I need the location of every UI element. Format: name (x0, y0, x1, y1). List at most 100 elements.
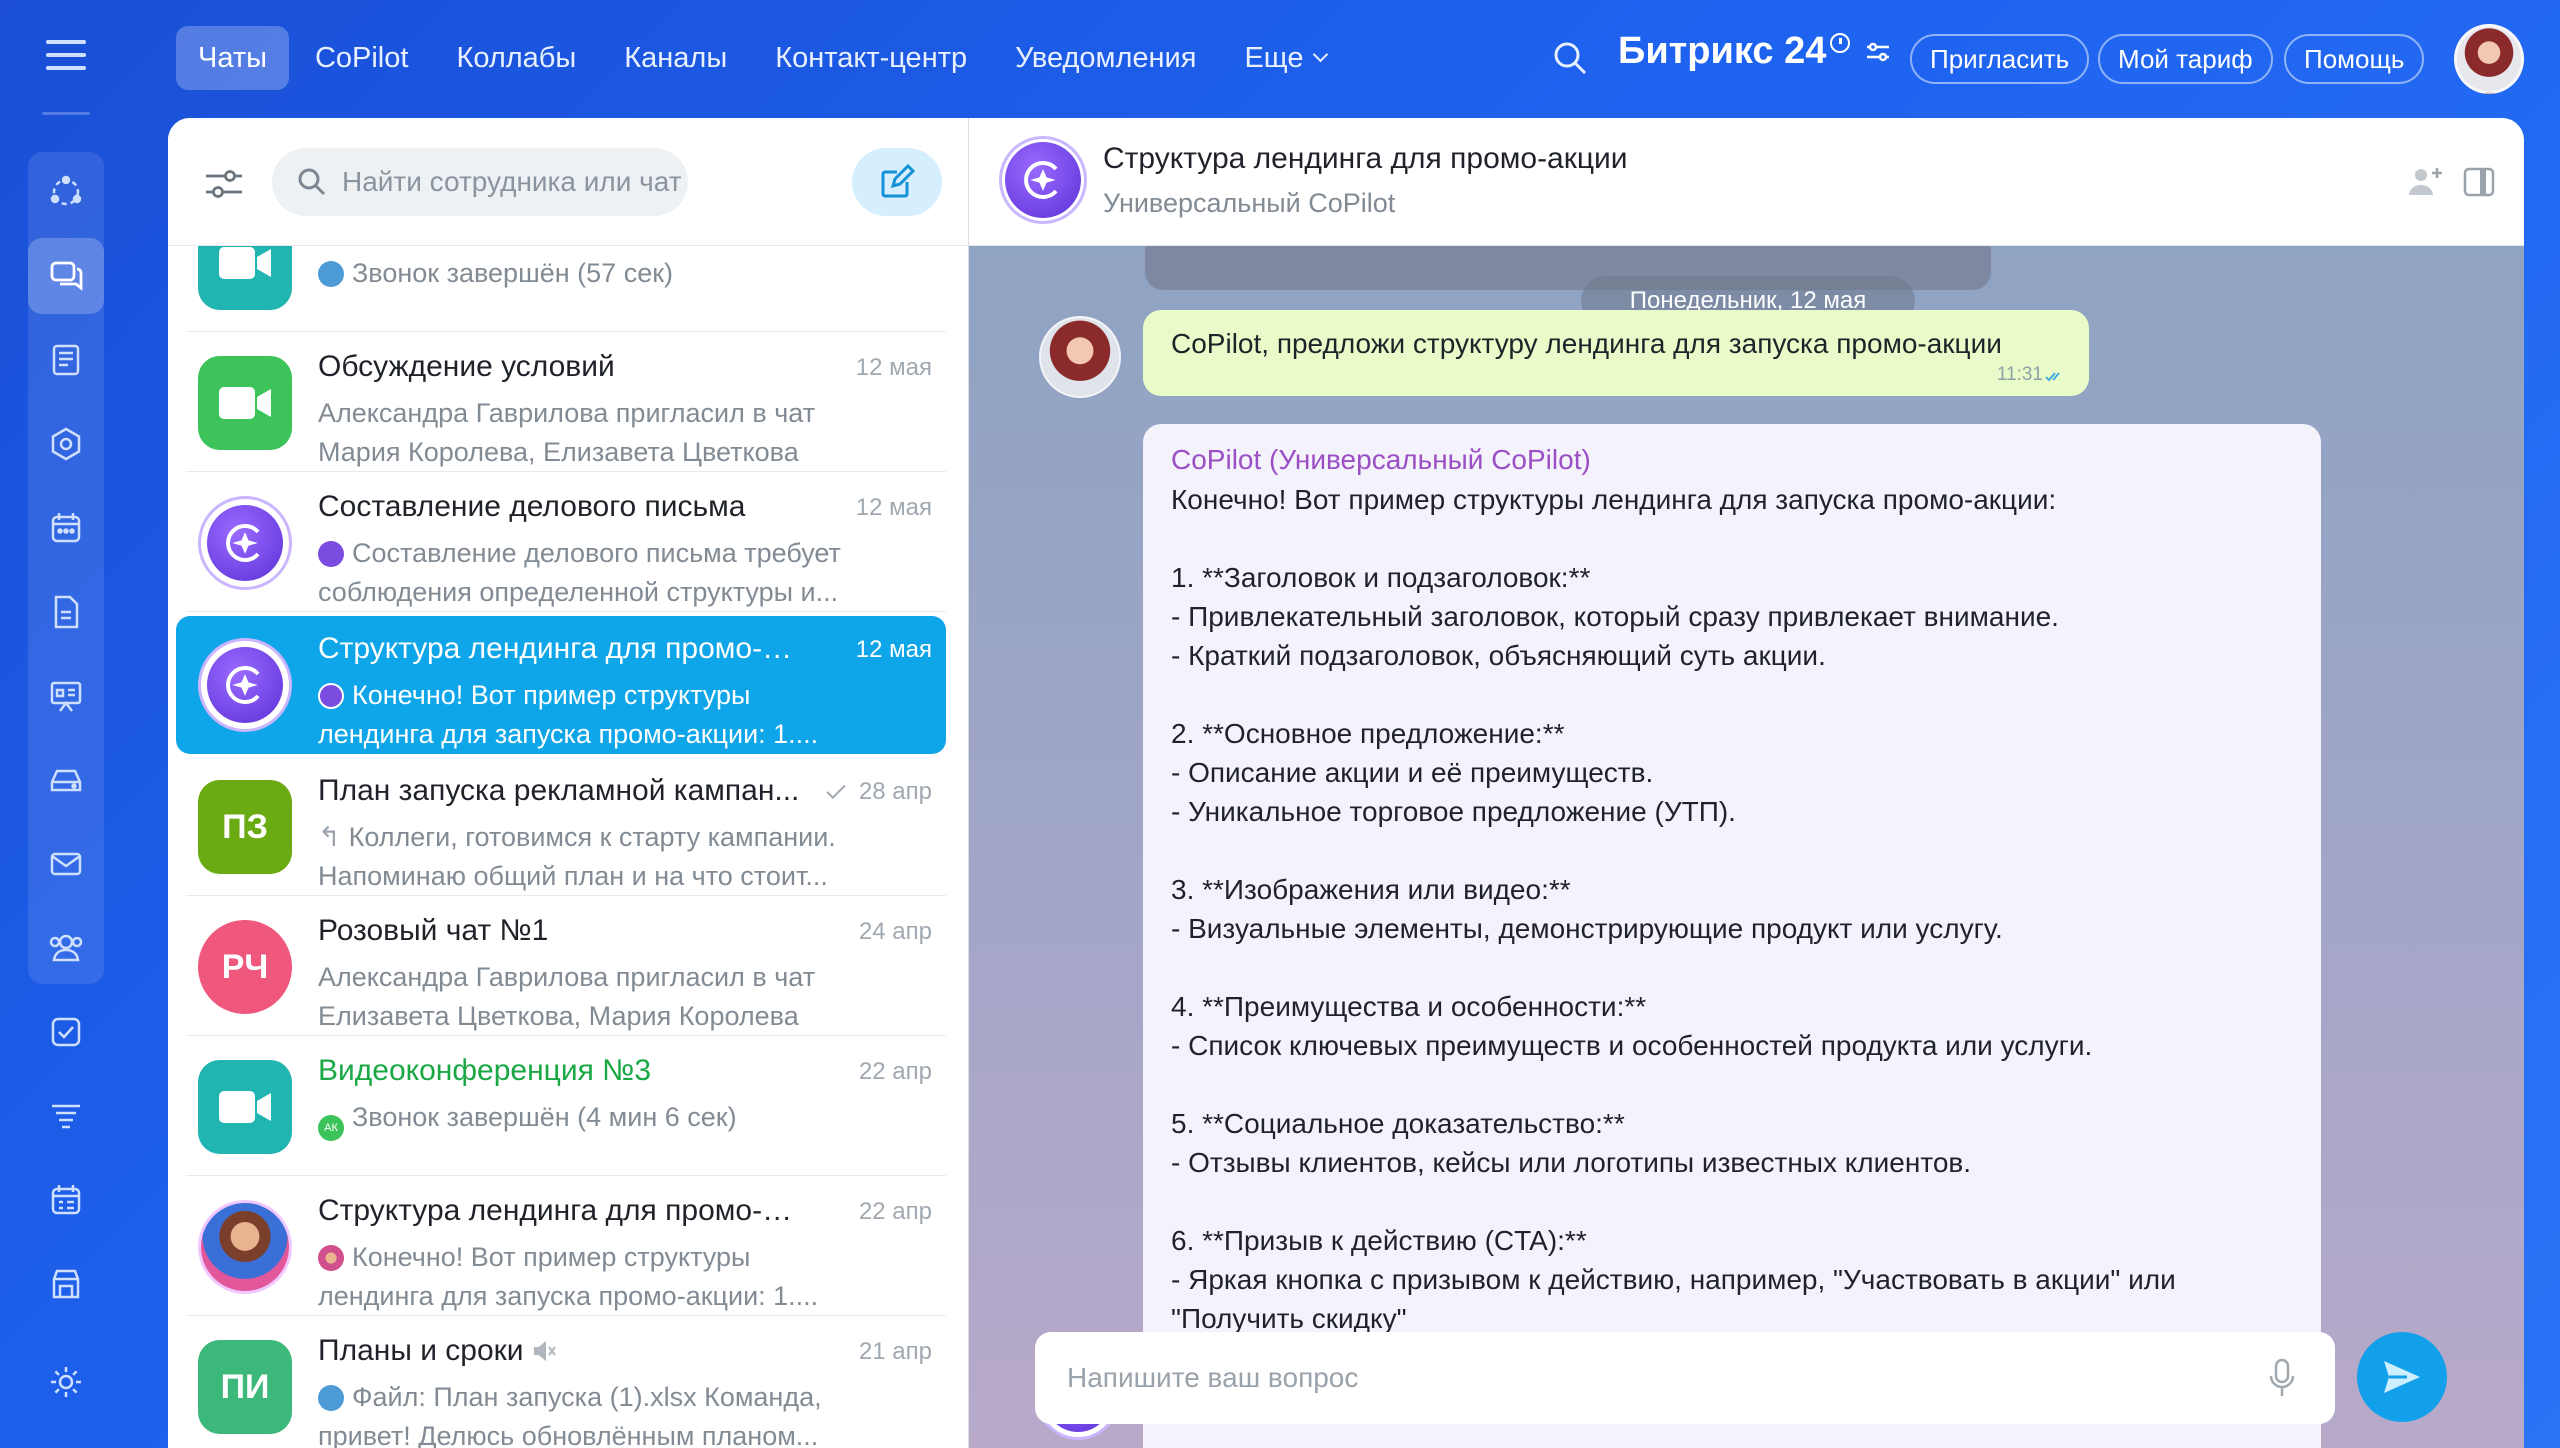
rail-chats-icon[interactable] (28, 238, 104, 314)
microphone-icon[interactable] (2269, 1358, 2295, 1398)
nav-tab-collabs[interactable]: Коллабы (434, 26, 598, 90)
copilot-avatar[interactable] (999, 136, 1087, 224)
group-chat-avatar: РЧ (198, 920, 292, 1014)
message-line (1171, 831, 2293, 870)
nav-tab-channels[interactable]: Каналы (602, 26, 749, 90)
chat-title: Структура лендинга для промо-ак... (318, 1194, 808, 1227)
rail-contacts-icon[interactable] (28, 910, 104, 986)
message-line: - Яркая кнопка с призывом к действию, на… (1171, 1264, 2176, 1295)
send-arrow-icon (2384, 1361, 2420, 1393)
rail-document-icon[interactable] (28, 574, 104, 650)
chat-preview-line: привет! Делюсь обновлённым планом... (318, 1421, 819, 1448)
rail-hexagon-icon[interactable] (28, 406, 104, 482)
video-camera-icon (219, 387, 271, 419)
group-chat-avatar: ПИ (198, 1340, 292, 1434)
top-nav: Чаты CoPilot Коллабы Каналы Контакт-цент… (176, 26, 1352, 90)
rail-filter-icon[interactable] (28, 1078, 104, 1154)
chat-search-input[interactable]: Найти сотрудника или чат (272, 148, 688, 216)
chat-date: 21 апр (858, 1338, 932, 1365)
nav-tab-chats[interactable]: Чаты (176, 26, 289, 90)
nav-tab-copilot[interactable]: CoPilot (293, 26, 431, 90)
chat-date: 22 апр (858, 1198, 932, 1225)
muted-speaker-icon (533, 1340, 556, 1362)
chat-list-item[interactable]: Структура лендинга для промо-ак... 22 ап… (176, 1178, 946, 1316)
chat-subtitle: Универсальный CoPilot (1103, 188, 1396, 218)
chat-preview-line: Александра Гаврилова пригласил в чат (318, 398, 816, 428)
chat-date: 12 мая (855, 494, 932, 521)
chat-preview-line: Конечно! Вот пример структуры (352, 680, 751, 710)
chat-preview: Звонок завершён (57 сек) (318, 254, 918, 293)
chat-preview: Файл: План запуска (1).xlsx Команда, при… (318, 1378, 918, 1448)
video-call-avatar (198, 1060, 292, 1154)
copilot-mini-icon (318, 541, 344, 567)
message-line (1171, 1182, 2293, 1221)
new-chat-button[interactable] (852, 148, 942, 216)
copilot-logo-icon (226, 666, 260, 704)
invite-button[interactable]: Пригласить (1910, 34, 2090, 84)
chat-preview-line: Звонок завершён (57 сек) (352, 258, 674, 288)
user-avatar[interactable] (1039, 316, 1121, 398)
message-line: 4. **Преимущества и особенности:** (1171, 991, 1647, 1022)
reply-arrow-icon: ↰ (318, 822, 341, 852)
search-icon[interactable] (1550, 38, 1590, 78)
compose-icon (881, 163, 916, 198)
group-chat-avatar: ПЗ (198, 780, 292, 874)
chat-list-item[interactable]: ПЗ План запуска рекламной кампан... 28 а… (176, 758, 946, 896)
nav-tab-contact-center[interactable]: Контакт-центр (753, 26, 989, 90)
chat-title: Розовый чат №1 (318, 914, 549, 947)
message-author[interactable]: CoPilot (Универсальный CoPilot) (1171, 444, 2293, 476)
chat-date: 24 апр (858, 918, 932, 945)
row-divider (186, 331, 946, 332)
chat-preview-line: Елизавета Цветкова, Мария Королева (318, 1001, 799, 1031)
brand-logo[interactable]: Битрикс 24 (1618, 30, 1892, 73)
rail-mail-icon[interactable] (28, 826, 104, 902)
user-mini-avatar (318, 1245, 344, 1271)
rail-tasks-icon[interactable] (28, 994, 104, 1070)
sidebar-toggle-icon[interactable] (2459, 162, 2499, 202)
user-mini-avatar: АК (318, 1115, 344, 1141)
chat-preview: ↰ Коллеги, готовимся к старту кампании. Н… (318, 818, 918, 896)
chat-title: Видеоконференция №3 (318, 1054, 652, 1087)
sliders-icon[interactable] (1864, 38, 1892, 66)
user-message-text: CoPilot, предложи структуру лендинга для… (1171, 328, 2002, 359)
message-line: - Привлекательный заголовок, который сра… (1171, 601, 2059, 632)
rail-feed-icon[interactable] (28, 322, 104, 398)
my-tariff-button[interactable]: Мой тариф (2098, 34, 2273, 84)
chat-list-item[interactable]: Составление делового письма 12 мая Соста… (176, 474, 946, 612)
rail-calendar-icon[interactable] (28, 490, 104, 566)
message-line (1171, 519, 2293, 558)
chat-preview-line: Звонок завершён (4 мин 6 сек) (352, 1102, 737, 1132)
nav-more-label: Еще (1244, 41, 1304, 74)
rail-sites-icon[interactable] (28, 154, 104, 230)
message-input-placeholder: Напишите ваш вопрос (1067, 1362, 1359, 1393)
rail-schedule-icon[interactable] (28, 1162, 104, 1238)
video-call-avatar (198, 356, 292, 450)
filter-sliders-icon[interactable] (202, 164, 246, 204)
chat-list-header: Найти сотрудника или чат (168, 118, 968, 246)
rail-drive-icon[interactable] (28, 742, 104, 818)
message-line: - Краткий подзаголовок, объясняющий суть… (1171, 640, 1826, 671)
rail-board-icon[interactable] (28, 658, 104, 734)
message-line (1171, 948, 2293, 987)
copilot-logo-icon (1024, 161, 1058, 199)
message-line: 6. **Призыв к действию (CTA):** (1171, 1225, 1587, 1256)
search-icon (298, 168, 326, 196)
help-button[interactable]: Помощь (2284, 34, 2425, 84)
chat-title[interactable]: Структура лендинга для промо-акции (1103, 142, 1628, 176)
chat-list-item[interactable]: ПИ Планы и сроки 21 апр Файл: План запус… (176, 1318, 946, 1448)
send-button[interactable] (2357, 1332, 2447, 1422)
message-input[interactable]: Напишите ваш вопрос (1035, 1332, 2335, 1424)
nav-tab-more[interactable]: Еще (1222, 26, 1348, 90)
user-avatar[interactable] (2454, 24, 2524, 94)
row-divider (186, 611, 946, 612)
chat-list-item[interactable]: РЧ Розовый чат №1 24 апр Александра Гавр… (176, 898, 946, 1036)
nav-tab-notifications[interactable]: Уведомления (993, 26, 1218, 90)
chat-preview: Составление делового письма требует собл… (318, 534, 918, 612)
menu-icon[interactable] (46, 40, 86, 72)
add-user-icon[interactable] (2405, 162, 2445, 202)
settings-gear-icon[interactable] (28, 1344, 104, 1420)
chat-list-item[interactable]: Обсуждение условий 12 мая Александра Гав… (176, 334, 946, 472)
chat-list-item-selected[interactable]: Структура лендинга для промо-ак... 12 ма… (176, 616, 946, 754)
rail-store-icon[interactable] (28, 1246, 104, 1322)
chat-list-item[interactable]: Видеоконференция №3 22 апр АК Звонок заве… (176, 1038, 946, 1176)
